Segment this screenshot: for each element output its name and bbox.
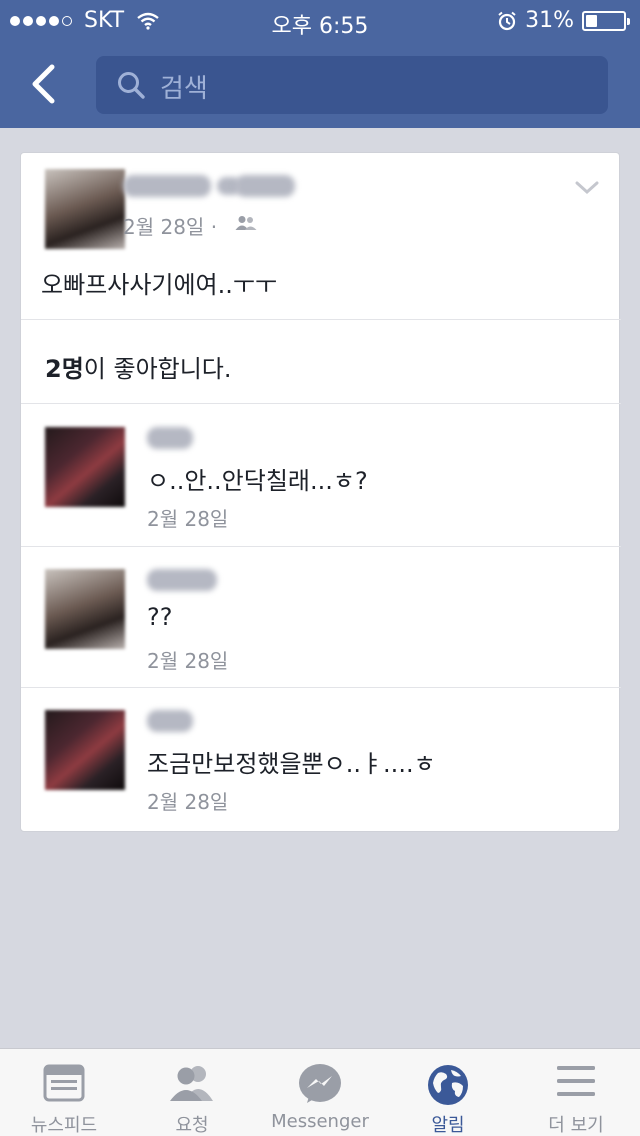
tab-notifications[interactable]: 알림 <box>384 1049 512 1136</box>
search-icon <box>118 72 145 99</box>
comment-text: ?? <box>147 603 173 631</box>
battery-percent: 31% <box>525 8 574 33</box>
menu-icon <box>557 1066 595 1096</box>
commenter-avatar[interactable] <box>45 569 125 649</box>
comment-item: ㅇ..안..안닥칠래...ㅎ? 2월 28일 <box>21 405 621 545</box>
search-input[interactable]: 검색 <box>96 56 608 114</box>
comment-text: ㅇ..안..안닥칠래...ㅎ? <box>147 467 368 495</box>
author-avatar[interactable] <box>45 169 125 249</box>
globe-icon <box>428 1065 468 1105</box>
comment-text: 조금만보정했을뿐ㅇ..ㅑ....ㅎ <box>147 750 436 778</box>
tab-label: 더 보기 <box>548 1115 604 1136</box>
tab-label: Messenger <box>271 1111 369 1132</box>
commenter-avatar[interactable] <box>45 427 125 507</box>
back-button[interactable] <box>28 64 68 108</box>
friend-requests-icon <box>170 1066 213 1101</box>
commenter-name[interactable] <box>147 569 217 591</box>
bottom-tab-bar: 뉴스피드 요청 Messenger 알림 더 보기 <box>0 1048 640 1136</box>
commenter-avatar[interactable] <box>45 710 125 790</box>
author-name[interactable] <box>123 175 211 197</box>
chevron-down-icon[interactable] <box>575 181 599 195</box>
tab-label: 알림 <box>431 1115 465 1136</box>
status-bar: SKT 오후 6:55 31% <box>0 0 640 40</box>
tab-label: 요청 <box>175 1115 209 1136</box>
likes-summary[interactable]: 2명이 좋아합니다. <box>45 349 232 384</box>
tab-more[interactable]: 더 보기 <box>512 1049 640 1136</box>
tab-messenger[interactable]: Messenger <box>256 1049 384 1136</box>
top-header: SKT 오후 6:55 31% 검색 <box>0 0 640 128</box>
post-card: 2월 28일 · 오빠프사사기에여..ㅜㅜ 2명이 좋아합니다. ㅇ..안..안… <box>20 152 621 832</box>
comment-item: 조금만보정했을뿐ㅇ..ㅑ....ㅎ 2월 28일 <box>21 688 621 828</box>
battery-icon <box>582 10 630 31</box>
tab-label: 뉴스피드 <box>30 1115 98 1136</box>
post-date[interactable]: 2월 28일 · <box>123 211 217 240</box>
comment-date: 2월 28일 <box>147 649 229 673</box>
chevron-left-icon <box>32 64 55 104</box>
post-text: 오빠프사사기에여..ㅜㅜ <box>41 271 278 299</box>
post: 2월 28일 · 오빠프사사기에여..ㅜㅜ <box>21 153 621 319</box>
search-placeholder: 검색 <box>160 74 208 104</box>
tab-newsfeed[interactable]: 뉴스피드 <box>0 1049 128 1136</box>
comment-date: 2월 28일 <box>147 507 229 531</box>
recipient-name[interactable] <box>235 175 295 197</box>
comment-item: ?? 2월 28일 <box>21 547 621 687</box>
commenter-name[interactable] <box>147 710 193 732</box>
divider <box>21 319 621 320</box>
alarm-icon <box>498 11 516 30</box>
commenter-name[interactable] <box>147 427 193 449</box>
messenger-icon <box>299 1064 341 1103</box>
tab-requests[interactable]: 요청 <box>128 1049 256 1136</box>
divider <box>21 403 621 404</box>
newsfeed-icon <box>43 1064 85 1102</box>
comment-date: 2월 28일 <box>147 790 229 814</box>
friends-audience-icon <box>235 216 257 230</box>
